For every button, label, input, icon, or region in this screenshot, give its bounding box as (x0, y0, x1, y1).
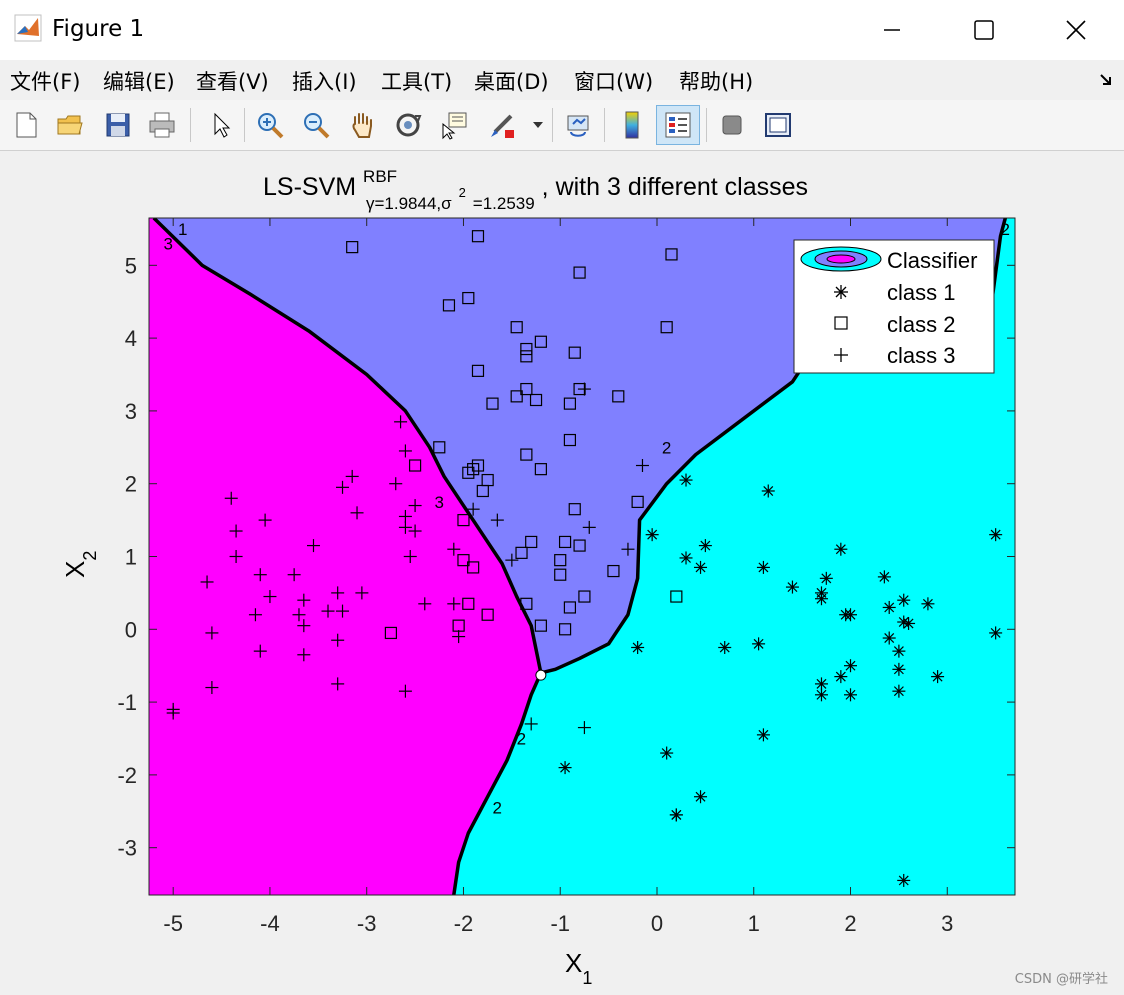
x-tick-label: 1 (748, 911, 760, 936)
plot-svg: LS-SVM RBF γ=1.9844,σ 2 =1.2539 , with 3… (60, 160, 1016, 988)
class1-point (892, 662, 906, 676)
chart-title-sup: RBF (363, 167, 397, 186)
contour-label: 2 (1000, 220, 1009, 239)
chart-title-sub-sup: 2 (459, 185, 466, 200)
class1-point (718, 640, 732, 654)
class1-point (819, 571, 833, 585)
class1-point (844, 659, 858, 673)
class1-point (679, 551, 693, 565)
class1-point (756, 728, 770, 742)
chart-title-sub-rest: =1.2539 (473, 194, 535, 213)
chart-title-main: LS-SVM (263, 173, 356, 201)
chart-title-rest: , with 3 different classes (542, 173, 808, 201)
legend-class1-marker (834, 285, 848, 299)
contour-label: 2 (517, 729, 526, 748)
class1-point (897, 593, 911, 607)
x-tick-label: -2 (454, 911, 474, 936)
y-tick-label: -3 (117, 836, 137, 861)
class1-point (882, 600, 896, 614)
class1-point (814, 592, 828, 606)
y-tick-label: 3 (125, 399, 137, 424)
y-tick-label: 1 (125, 545, 137, 570)
junction-point (535, 669, 547, 681)
class1-point (902, 616, 916, 630)
class1-point (892, 684, 906, 698)
contour-label: 1 (178, 220, 187, 239)
contour-label: 3 (434, 493, 443, 512)
y-tick-label: -2 (117, 763, 137, 788)
x-tick-label: -4 (260, 911, 280, 936)
y-tick-label: -1 (117, 690, 137, 715)
class1-point (877, 570, 891, 584)
class1-point (834, 542, 848, 556)
class1-point (679, 473, 693, 487)
x-tick-label: -3 (357, 911, 377, 936)
x-tick-label: 2 (844, 911, 856, 936)
class1-point (761, 484, 775, 498)
legend-classifier-icon (800, 246, 882, 272)
class1-point (694, 790, 708, 804)
class1-point (844, 688, 858, 702)
contour-label: 2 (492, 799, 501, 818)
class1-point (892, 644, 906, 658)
class1-point (989, 528, 1003, 542)
x-tick-label: -5 (163, 911, 183, 936)
y-tick-label: 5 (125, 253, 137, 278)
chart-title: LS-SVM RBF γ=1.9844,σ 2 =1.2539 , with 3… (263, 160, 808, 215)
legend-label-class2: class 2 (887, 312, 955, 337)
class1-point (785, 580, 799, 594)
y-axis-label: X2 (60, 551, 100, 578)
legend-label-class3: class 3 (887, 343, 955, 368)
contour-label: 3 (164, 234, 173, 253)
class1-point (921, 597, 935, 611)
class1-point (882, 631, 896, 645)
y-tick-label: 2 (125, 472, 137, 497)
class1-point (989, 626, 1003, 640)
class1-point (558, 761, 572, 775)
chart-title-sub: γ=1.9844,σ (366, 194, 452, 213)
class1-point (669, 808, 683, 822)
class1-point (645, 528, 659, 542)
legend-label-class1: class 1 (887, 280, 955, 305)
legend[interactable]: Classifier class 1 class 2 class 3 (793, 239, 995, 374)
class1-point (631, 640, 645, 654)
class1-point (844, 608, 858, 622)
class1-point (834, 670, 848, 684)
x-tick-label: -1 (550, 911, 570, 936)
class1-point (931, 670, 945, 684)
class1-point (814, 688, 828, 702)
x-tick-label: 3 (941, 911, 953, 936)
class1-point (694, 560, 708, 574)
x-tick-label: 0 (651, 911, 663, 936)
class1-point (698, 539, 712, 553)
class1-point (756, 560, 770, 574)
contour-label: 2 (662, 438, 671, 457)
watermark: CSDN @研学社 (1014, 972, 1108, 987)
x-axis-label: X1 (565, 948, 592, 988)
svg-text:LS-SVM RBF γ=1.984: LS-SVM RBF γ=1.9844,σ 2 =1.2539 , with 3… (263, 160, 808, 215)
y-tick-label: 4 (125, 326, 137, 351)
legend-label-classifier: Classifier (887, 248, 977, 273)
class1-point (660, 746, 674, 760)
y-tick-label: 0 (125, 617, 137, 642)
class1-point (752, 637, 766, 651)
class1-point (897, 873, 911, 887)
